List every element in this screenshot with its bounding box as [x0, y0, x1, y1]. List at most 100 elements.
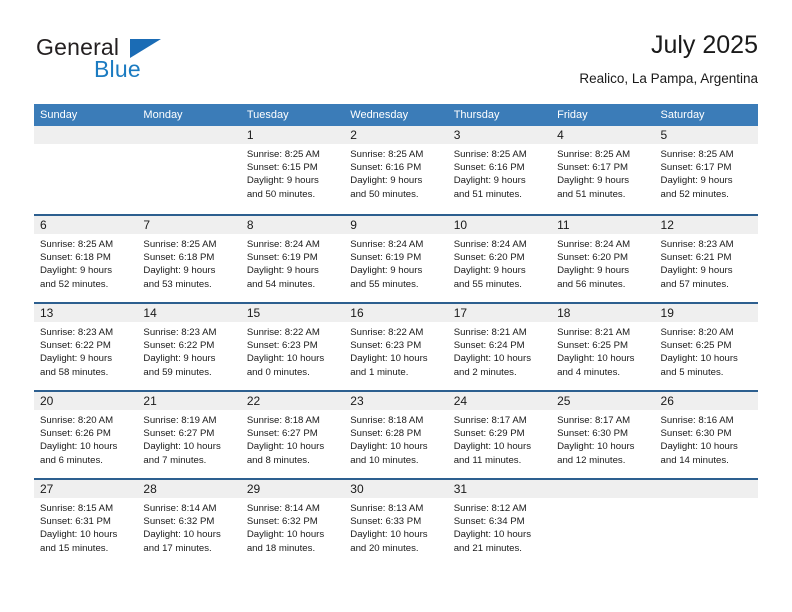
day-number: 1 — [246, 128, 254, 142]
daylight-text-line2: and 54 minutes. — [246, 278, 316, 290]
location-subtitle: Realico, La Pampa, Argentina — [579, 71, 758, 86]
calendar-day-cell[interactable]: 11 Sunrise: 8:24 AM Sunset: 6:20 PM Dayligh… — [551, 216, 655, 302]
sunrise-text: Sunrise: 8:12 AM — [453, 503, 527, 514]
daylight-text-line2: and 50 minutes. — [246, 188, 316, 200]
day-sun-info: Sunrise: 8:15 AM Sunset: 6:31 PM Daylight:… — [34, 498, 137, 555]
sunrise-text: Sunrise: 8:18 AM — [246, 415, 320, 426]
calendar-day-cell[interactable]: 2 Sunrise: 8:25 AM Sunset: 6:16 PM Daylight… — [344, 126, 448, 214]
calendar-day-cell[interactable]: 21 Sunrise: 8:19 AM Sunset: 6:27 PM Dayligh… — [137, 392, 241, 478]
day-number: 24 — [453, 394, 468, 408]
calendar-day-cell[interactable]: 9 Sunrise: 8:24 AM Sunset: 6:19 PM Daylight… — [344, 216, 448, 302]
day-number: 9 — [350, 218, 357, 232]
sunrise-text: Sunrise: 8:17 AM — [453, 415, 527, 426]
calendar-day-cell[interactable]: 12 Sunrise: 8:23 AM Sunset: 6:21 PM Dayligh… — [654, 216, 758, 302]
calendar-day-cell[interactable]: 6 Sunrise: 8:25 AM Sunset: 6:18 PM Daylight… — [34, 216, 138, 302]
daylight-text-line1: Daylight: 10 hours — [557, 353, 635, 365]
calendar-day-cell[interactable]: 23 Sunrise: 8:18 AM Sunset: 6:28 PM Dayligh… — [344, 392, 448, 478]
day-number-band: 27 — [34, 480, 138, 498]
day-number: 15 — [246, 306, 261, 320]
daylight-text-line2: and 57 minutes. — [660, 278, 729, 290]
sunrise-text: Sunrise: 8:22 AM — [246, 327, 320, 338]
daylight-text-line2: and 59 minutes. — [143, 366, 212, 378]
day-number: 30 — [350, 482, 364, 496]
sunrise-text: Sunrise: 8:24 AM — [453, 239, 527, 250]
sunrise-text: Sunrise: 8:21 AM — [453, 327, 527, 338]
sunrise-text: Sunrise: 8:24 AM — [246, 239, 320, 250]
calendar-day-cell[interactable]: 27 Sunrise: 8:15 AM Sunset: 6:31 PM Dayligh… — [34, 480, 138, 566]
sunset-text: Sunset: 6:25 PM — [557, 340, 629, 352]
sunset-text: Sunset: 6:32 PM — [143, 516, 215, 528]
sunrise-text: Sunrise: 8:24 AM — [350, 239, 424, 250]
calendar-day-cell[interactable]: 28 Sunrise: 8:14 AM Sunset: 6:32 PM Dayligh… — [137, 480, 241, 566]
calendar-day-cell[interactable]: 7 Sunrise: 8:25 AM Sunset: 6:18 PM Daylight… — [137, 216, 241, 302]
calendar-day-cell[interactable]: 4 Sunrise: 8:25 AM Sunset: 6:17 PM Daylight… — [551, 126, 655, 214]
calendar-day-cell[interactable]: 13 Sunrise: 8:23 AM Sunset: 6:22 PM Dayligh… — [34, 304, 138, 390]
calendar-day-cell[interactable]: 20 Sunrise: 8:20 AM Sunset: 6:26 PM Dayligh… — [34, 392, 138, 478]
day-sun-info: Sunrise: 8:24 AM Sunset: 6:19 PM Daylight:… — [241, 234, 344, 291]
daylight-text-line2: and 55 minutes. — [350, 278, 419, 290]
daylight-text-line2: and 14 minutes. — [660, 454, 729, 466]
weekday-header-saturday: Saturday — [660, 109, 705, 121]
calendar-day-cell[interactable]: 22 Sunrise: 8:18 AM Sunset: 6:27 PM Dayligh… — [240, 392, 345, 478]
day-sun-info — [551, 498, 654, 502]
sunrise-text: Sunrise: 8:25 AM — [660, 149, 734, 160]
calendar-day-cell[interactable]: 15 Sunrise: 8:22 AM Sunset: 6:23 PM Dayligh… — [240, 304, 345, 390]
day-number: 2 — [350, 128, 357, 142]
sunrise-text: Sunrise: 8:23 AM — [143, 327, 217, 338]
weekday-header-tuesday: Tuesday — [246, 109, 289, 121]
day-sun-info: Sunrise: 8:21 AM Sunset: 6:24 PM Daylight:… — [448, 322, 551, 379]
calendar-day-cell[interactable]: 18 Sunrise: 8:21 AM Sunset: 6:25 PM Dayligh… — [551, 304, 655, 390]
day-number: 13 — [40, 306, 54, 320]
calendar-day-cell[interactable]: 16 Sunrise: 8:22 AM Sunset: 6:23 PM Dayligh… — [344, 304, 448, 390]
calendar-week-row: 20 Sunrise: 8:20 AM Sunset: 6:26 PM Dayligh… — [34, 390, 758, 478]
sunrise-text: Sunrise: 8:25 AM — [350, 149, 424, 160]
daylight-text-line1: Daylight: 10 hours — [350, 353, 428, 365]
day-sun-info: Sunrise: 8:25 AM Sunset: 6:16 PM Daylight:… — [344, 144, 447, 201]
daylight-text-line1: Daylight: 9 hours — [557, 265, 630, 277]
calendar-day-cell[interactable]: 3 Sunrise: 8:25 AM Sunset: 6:16 PM Daylight… — [447, 126, 552, 214]
calendar-day-cell[interactable]: 8 Sunrise: 8:24 AM Sunset: 6:19 PM Daylight… — [240, 216, 345, 302]
calendar-day-cell[interactable]: 30 Sunrise: 8:13 AM Sunset: 6:33 PM Dayligh… — [344, 480, 448, 566]
day-number-band: 2 — [344, 126, 448, 144]
sunrise-text: Sunrise: 8:18 AM — [350, 415, 424, 426]
calendar-week-row: 6 Sunrise: 8:25 AM Sunset: 6:18 PM Daylight… — [34, 214, 758, 302]
day-sun-info: Sunrise: 8:24 AM Sunset: 6:19 PM Daylight:… — [344, 234, 447, 291]
calendar-day-cell[interactable]: 29 Sunrise: 8:14 AM Sunset: 6:32 PM Dayligh… — [240, 480, 345, 566]
calendar-day-cell[interactable]: 10 Sunrise: 8:24 AM Sunset: 6:20 PM Dayligh… — [447, 216, 552, 302]
day-number-band — [551, 480, 655, 498]
day-number-band: 10 — [447, 216, 552, 234]
day-number: 29 — [246, 482, 261, 496]
daylight-text-line2: and 17 minutes. — [143, 542, 212, 554]
calendar-day-cell[interactable]: 14 Sunrise: 8:23 AM Sunset: 6:22 PM Dayligh… — [137, 304, 241, 390]
day-sun-info: Sunrise: 8:14 AM Sunset: 6:32 PM Daylight:… — [241, 498, 344, 555]
calendar-day-cell[interactable]: 1 Sunrise: 8:25 AM Sunset: 6:15 PM Daylight… — [240, 126, 345, 214]
calendar-week-row: 27 Sunrise: 8:15 AM Sunset: 6:31 PM Dayligh… — [34, 478, 758, 566]
day-number-band: 15 — [240, 304, 345, 322]
daylight-text-line2: and 21 minutes. — [453, 542, 522, 554]
daylight-text-line1: Daylight: 10 hours — [557, 441, 635, 453]
sunrise-text: Sunrise: 8:13 AM — [350, 503, 424, 514]
weekday-header-wednesday: Wednesday — [350, 109, 409, 121]
day-number-band: 21 — [137, 392, 241, 410]
day-number: 19 — [660, 306, 674, 320]
calendar-day-cell[interactable]: 5 Sunrise: 8:25 AM Sunset: 6:17 PM Daylight… — [654, 126, 758, 214]
daylight-text-line1: Daylight: 10 hours — [143, 529, 221, 541]
sunset-text: Sunset: 6:26 PM — [40, 428, 111, 440]
sunset-text: Sunset: 6:30 PM — [557, 428, 629, 440]
weekday-header-sunday: Sunday — [40, 109, 78, 121]
day-number-band: 19 — [654, 304, 758, 322]
calendar-day-cell[interactable]: 19 Sunrise: 8:20 AM Sunset: 6:25 PM Dayligh… — [654, 304, 758, 390]
sunrise-text: Sunrise: 8:25 AM — [143, 239, 217, 250]
calendar-day-cell[interactable]: 17 Sunrise: 8:21 AM Sunset: 6:24 PM Dayligh… — [447, 304, 552, 390]
daylight-text-line1: Daylight: 10 hours — [350, 529, 428, 541]
calendar-day-cell[interactable]: 31 Sunrise: 8:12 AM Sunset: 6:34 PM Dayligh… — [447, 480, 552, 566]
calendar-day-cell-empty — [551, 480, 655, 566]
sunset-text: Sunset: 6:32 PM — [246, 516, 318, 528]
day-sun-info: Sunrise: 8:13 AM Sunset: 6:33 PM Daylight:… — [344, 498, 447, 555]
calendar-day-cell[interactable]: 24 Sunrise: 8:17 AM Sunset: 6:29 PM Dayligh… — [447, 392, 552, 478]
daylight-text-line1: Daylight: 9 hours — [40, 265, 112, 277]
calendar-day-cell[interactable]: 26 Sunrise: 8:16 AM Sunset: 6:30 PM Dayligh… — [654, 392, 758, 478]
calendar-day-cell[interactable]: 25 Sunrise: 8:17 AM Sunset: 6:30 PM Dayligh… — [551, 392, 655, 478]
daylight-text-line1: Daylight: 10 hours — [660, 441, 738, 453]
calendar-page: General Blue July 2025 Realico, La Pampa… — [0, 0, 792, 612]
